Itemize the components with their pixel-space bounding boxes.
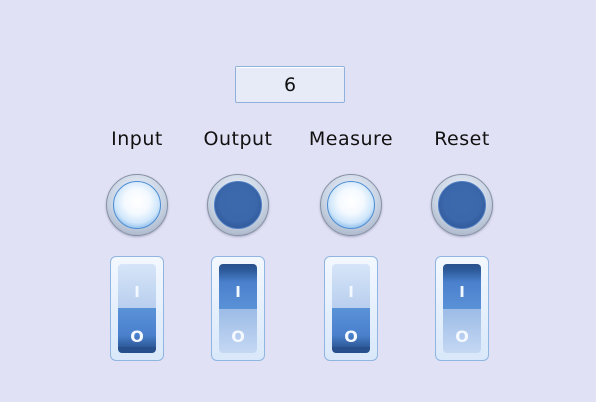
channel-label: Measure: [308, 128, 394, 150]
toggle-switch[interactable]: I O: [435, 256, 489, 361]
switch-off-glyph: O: [231, 327, 245, 346]
channel-measure: Measure I O: [291, 0, 411, 402]
switch-on-glyph: I: [134, 283, 140, 301]
indicator-lamp: [431, 174, 493, 236]
toggle-switch[interactable]: I O: [324, 256, 378, 361]
indicator-lamp: [207, 174, 269, 236]
channel-label: Reset: [434, 128, 490, 150]
channel-label: Output: [203, 128, 273, 150]
switch-off-glyph: O: [455, 327, 469, 346]
switch-off-glyph: O: [130, 327, 144, 346]
switch-off-glyph: O: [344, 327, 358, 346]
switch-on-glyph: I: [235, 283, 241, 301]
toggle-switch[interactable]: I O: [110, 256, 164, 361]
channel-output: Output I O: [178, 0, 298, 402]
indicator-lamp: [106, 174, 168, 236]
switch-on-glyph: I: [459, 283, 465, 301]
indicator-lamp: [320, 174, 382, 236]
channel-reset: Reset I O: [402, 0, 522, 402]
toggle-switch[interactable]: I O: [211, 256, 265, 361]
switch-on-glyph: I: [348, 283, 354, 301]
